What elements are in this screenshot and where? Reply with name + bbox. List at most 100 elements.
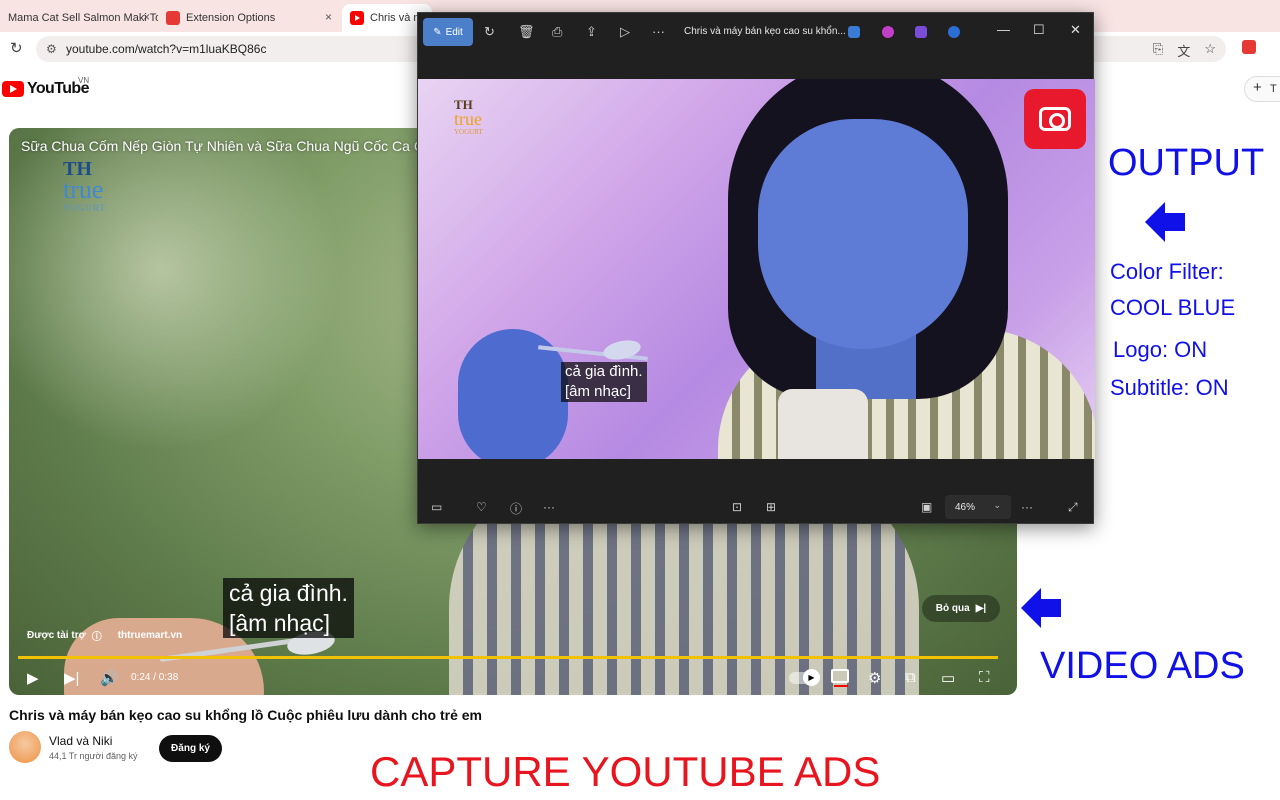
- youtube-logo[interactable]: YouTube VN: [2, 76, 89, 98]
- tab-label: Mama Cat Sell Salmon Maki To: [8, 12, 158, 24]
- skip-next-icon: ▶|: [975, 603, 987, 614]
- install-app-icon[interactable]: ⎘: [1153, 41, 1163, 60]
- country-code: VN: [78, 76, 90, 85]
- app-icon-copilot[interactable]: [882, 26, 894, 38]
- sponsored-info: Được tài trợ ⓘ thtruemart.vn: [27, 628, 182, 643]
- captured-screenshot-image[interactable]: TH true YOGURT cả gia đình. [âm nhạc]: [418, 79, 1095, 459]
- more-options-icon[interactable]: ···: [1021, 500, 1033, 514]
- youtube-icon: [350, 11, 364, 25]
- capture-youtube-ads-banner: CAPTURE YOUTUBE ADS: [370, 748, 881, 795]
- plus-icon: +: [1253, 79, 1262, 96]
- create-button[interactable]: + T: [1244, 76, 1280, 102]
- subtitle-line: cả gia đình.: [229, 580, 348, 606]
- site-settings-icon[interactable]: ⚙: [46, 42, 57, 56]
- channel-avatar[interactable]: [9, 731, 41, 763]
- camera-body: [1039, 107, 1071, 131]
- delete-icon[interactable]: 🗑: [518, 24, 535, 40]
- video-subtitle: cả gia đình. [âm nhạc]: [223, 578, 354, 638]
- image-yogurt-cup: [778, 389, 868, 459]
- photos-window-title: Chris và máy bán kẹo cao su khổn...: [684, 26, 846, 37]
- reload-icon[interactable]: ↻: [10, 39, 23, 57]
- omnibox-actions: ⎘ 文 ☆: [1153, 41, 1216, 60]
- output-annotation: OUTPUT: [1108, 142, 1265, 184]
- brand-logo: TH true YOGURT: [63, 158, 106, 213]
- close-icon[interactable]: ×: [325, 10, 332, 24]
- screen: Mama Cat Sell Salmon Maki To × Extension…: [0, 0, 1280, 800]
- subscribe-button[interactable]: Đăng ký: [159, 735, 222, 762]
- chevron-down-icon: ⌄: [993, 500, 1001, 510]
- channel-name[interactable]: Vlad và Niki: [49, 734, 112, 748]
- next-icon[interactable]: ▶|: [64, 669, 79, 687]
- image-subtitle: cả gia đình. [âm nhạc]: [561, 362, 647, 402]
- scan-text-icon[interactable]: ⊞: [766, 500, 776, 514]
- info-icon[interactable]: ⓘ: [92, 628, 102, 643]
- photos-bottom-bar: ▭ ♡ ⓘ ··· ⊡ ⊞ ▣ 46% ⌄ ··· ⤢: [418, 489, 1095, 525]
- close-icon[interactable]: ✕: [1070, 22, 1081, 38]
- print-icon[interactable]: ⎙: [552, 24, 562, 40]
- image-figure-face: [758, 119, 968, 349]
- tab-extension-options[interactable]: Extension Options ×: [158, 4, 340, 32]
- zoom-value: 46%: [955, 501, 976, 513]
- youtube-play-icon: [2, 81, 24, 97]
- arrow-left-icon: [1145, 202, 1185, 242]
- subtitle-line: [âm nhạc]: [565, 383, 631, 400]
- ad-progress-bar[interactable]: [18, 656, 998, 659]
- sponsored-label: Được tài trợ: [27, 630, 86, 641]
- brand-logo-yogurt: YOGURT: [63, 203, 106, 213]
- share-icon[interactable]: ⇪: [586, 24, 597, 40]
- autoplay-toggle[interactable]: [789, 669, 820, 686]
- more-options-icon[interactable]: ···: [543, 500, 555, 514]
- url-text[interactable]: youtube.com/watch?v=m1luaKBQ86c: [66, 42, 266, 56]
- video-ads-annotation: VIDEO ADS: [1040, 645, 1245, 687]
- skip-ad-button[interactable]: Bỏ qua ▶|: [922, 595, 1000, 622]
- theater-mode-icon[interactable]: ▭: [941, 669, 955, 687]
- actual-size-icon[interactable]: ▣: [921, 500, 932, 514]
- onedrive-icon[interactable]: [948, 26, 960, 38]
- close-icon[interactable]: ×: [143, 10, 150, 24]
- time-display: 0:24 / 0:38: [131, 672, 179, 683]
- play-icon[interactable]: ▶: [27, 669, 39, 687]
- miniplayer-icon[interactable]: ⧉: [905, 669, 916, 686]
- visual-search-icon[interactable]: ⊡: [732, 500, 742, 514]
- rotate-icon[interactable]: ↻: [484, 24, 495, 40]
- file-info-icon[interactable]: ⓘ: [510, 500, 522, 517]
- create-label: T: [1269, 83, 1277, 95]
- arrow-left-icon: [1021, 588, 1061, 628]
- color-filter-label: Color Filter:: [1110, 259, 1224, 284]
- filmstrip-icon[interactable]: ▭: [431, 500, 442, 514]
- volume-icon[interactable]: 🔊: [100, 669, 119, 687]
- player-controls: ▶ ▶| 🔊 0:24 / 0:38 ⚙ ⧉ ▭ ⛶: [9, 663, 1017, 693]
- app-icon-paint[interactable]: [848, 26, 860, 38]
- subtitles-icon[interactable]: [831, 669, 849, 687]
- settings-gear-icon[interactable]: ⚙: [868, 669, 881, 687]
- tab-mama-cat[interactable]: Mama Cat Sell Salmon Maki To ×: [0, 4, 158, 32]
- subscriber-count: 44,1 Tr người đăng ký: [49, 751, 138, 761]
- capture-camera-icon: [1024, 89, 1086, 149]
- photos-app-window: ✎ Edit ↻ 🗑 ⎙ ⇪ ▷ ··· Chris và máy bán kẹ…: [417, 12, 1095, 525]
- image-logo-true: true: [454, 109, 482, 129]
- app-icon-clipchamp[interactable]: [915, 26, 927, 38]
- ad-title[interactable]: Sữa Chua Cốm Nếp Giòn Tự Nhiên và Sữa Ch…: [21, 138, 421, 154]
- more-options-icon[interactable]: ···: [652, 24, 665, 39]
- tab-label: Extension Options: [186, 12, 276, 24]
- edit-button[interactable]: ✎ Edit: [423, 18, 473, 46]
- fullscreen-icon[interactable]: ⛶: [979, 669, 990, 686]
- image-brand-logo: TH true YOGURT: [454, 97, 483, 136]
- color-filter-value: COOL BLUE: [1110, 295, 1236, 320]
- maximize-icon[interactable]: ☐: [1033, 22, 1045, 38]
- minimize-icon[interactable]: —: [997, 22, 1010, 37]
- video-title: Chris và máy bán kẹo cao su khổng lồ Cuộ…: [9, 707, 483, 723]
- brand-logo-true: true: [63, 175, 104, 204]
- subtitle-line: cả gia đình.: [565, 363, 643, 380]
- translate-icon[interactable]: 文: [1177, 41, 1190, 60]
- edit-icon: ✎: [433, 26, 442, 38]
- slideshow-icon[interactable]: ▷: [620, 24, 630, 40]
- fullscreen-icon[interactable]: ⤢: [1068, 500, 1078, 515]
- sponsor-site-link[interactable]: thtruemart.vn: [118, 630, 182, 641]
- extension-toolbar-icon[interactable]: [1242, 40, 1256, 54]
- subtitle-status: Subtitle: ON: [1110, 375, 1229, 400]
- extension-icon: [166, 11, 180, 25]
- favorite-heart-icon[interactable]: ♡: [476, 500, 487, 514]
- bookmark-star-icon[interactable]: ☆: [1204, 41, 1216, 60]
- zoom-dropdown[interactable]: 46% ⌄: [945, 495, 1011, 519]
